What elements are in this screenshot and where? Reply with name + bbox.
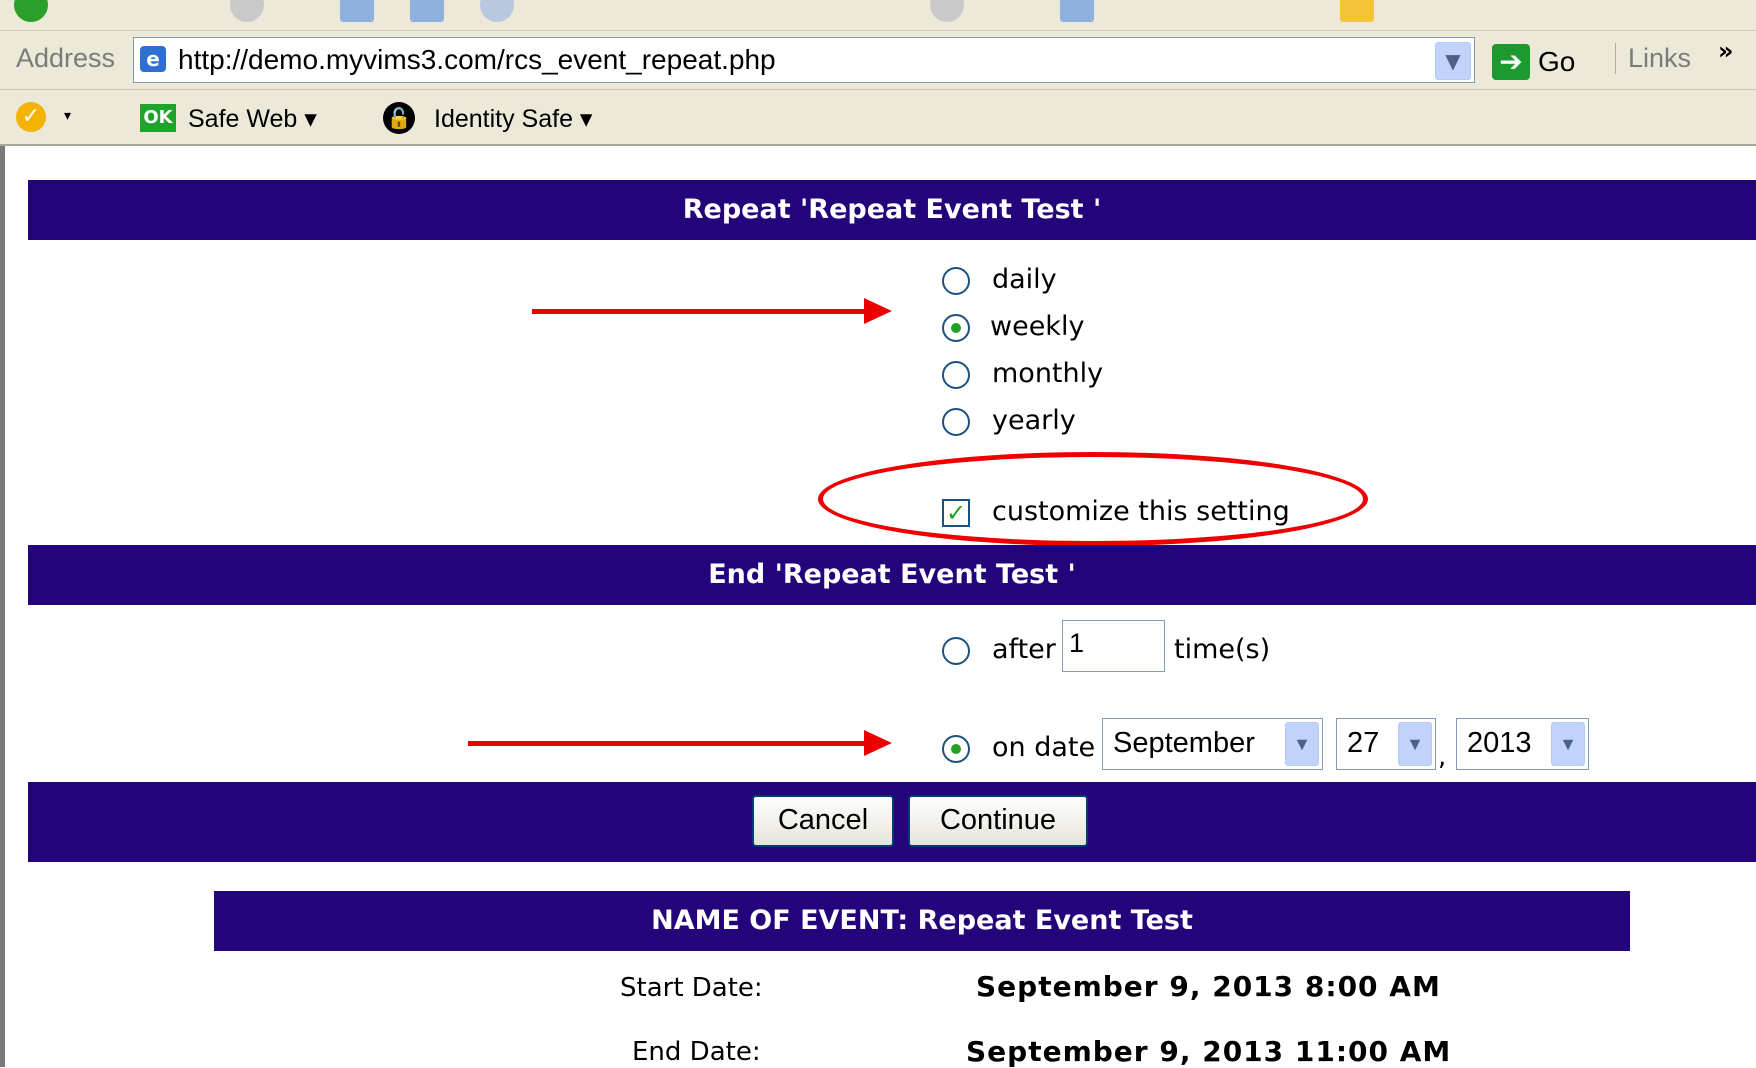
safe-web-ok-icon: OK [140, 104, 176, 132]
month-select[interactable]: September ▼ [1102, 718, 1323, 770]
annotation-arrow-line [532, 309, 868, 314]
annotation-arrow-head [864, 730, 892, 756]
chevron-down-icon[interactable]: ▼ [1285, 722, 1319, 766]
address-url[interactable]: http://demo.myvims3.com/rcs_event_repeat… [178, 44, 776, 76]
print-icon[interactable] [1060, 0, 1094, 22]
option-label: weekly [990, 311, 1085, 342]
search-icon[interactable] [410, 0, 444, 22]
norton-toolbar: ✓ ▾ OK Safe Web ▾ 🔓 Identity Safe ▾ [0, 90, 1756, 146]
repeat-section-header: Repeat 'Repeat Event Test ' [28, 180, 1756, 240]
option-label: yearly [992, 405, 1076, 436]
home-icon[interactable] [340, 0, 374, 22]
norton-check-icon[interactable]: ✓ [16, 102, 46, 132]
mail-icon[interactable] [930, 0, 964, 22]
chevron-down-icon[interactable]: ▼ [1551, 722, 1585, 766]
favorites-icon[interactable] [480, 0, 514, 22]
end-date-label: End Date: [632, 1037, 761, 1067]
ie-page-icon: e [140, 46, 166, 72]
continue-button[interactable]: Continue [908, 795, 1088, 847]
go-button[interactable]: Go [1538, 46, 1575, 78]
on-date-label: on date [992, 732, 1096, 763]
times-label: time(s) [1174, 634, 1271, 665]
year-value: 2013 [1467, 727, 1532, 759]
links-label[interactable]: Links [1615, 43, 1691, 74]
chevron-down-icon[interactable]: ▼ [1435, 42, 1471, 80]
start-date-label: Start Date: [620, 973, 763, 1003]
annotation-arrow-head [864, 298, 892, 324]
option-label: monthly [992, 358, 1104, 389]
stop-icon[interactable] [230, 0, 264, 22]
overflow-chevron-icon[interactable]: » [1718, 37, 1734, 65]
radio-monthly[interactable] [942, 361, 970, 389]
safe-web-menu[interactable]: Safe Web ▾ [188, 104, 317, 134]
radio-yearly[interactable] [942, 408, 970, 436]
radio-weekly[interactable] [942, 314, 970, 342]
address-bar: Address e http://demo.myvims3.com/rcs_ev… [0, 31, 1756, 90]
cancel-button[interactable]: Cancel [752, 795, 894, 847]
identity-safe-menu[interactable]: Identity Safe ▾ [434, 104, 592, 134]
event-name-header: NAME OF EVENT: Repeat Event Test [214, 891, 1630, 951]
start-date-value: September 9, 2013 8:00 AM [976, 970, 1441, 1003]
end-section-header: End 'Repeat Event Test ' [28, 545, 1756, 605]
month-value: September [1113, 727, 1255, 759]
radio-after[interactable] [942, 637, 970, 665]
address-input[interactable]: e http://demo.myvims3.com/rcs_event_repe… [133, 37, 1475, 83]
day-select[interactable]: 27 ▼ [1336, 718, 1436, 770]
browser-toolbar [0, 0, 1756, 31]
option-label: daily [992, 264, 1057, 295]
radio-on-date[interactable] [942, 735, 970, 763]
chevron-down-icon[interactable]: ▼ [1398, 722, 1432, 766]
go-arrow-icon[interactable]: ➔ [1492, 44, 1530, 80]
after-label: after [992, 634, 1056, 665]
annotation-ellipse [818, 452, 1368, 546]
identity-safe-lock-icon: 🔓 [383, 102, 415, 134]
day-value: 27 [1347, 727, 1380, 759]
folder-icon[interactable] [1340, 0, 1374, 22]
end-date-value: September 9, 2013 11:00 AM [966, 1035, 1452, 1068]
repeat-count-input[interactable]: 1 [1062, 620, 1165, 672]
radio-daily[interactable] [942, 267, 970, 295]
address-label: Address [16, 43, 116, 73]
year-select[interactable]: 2013 ▼ [1456, 718, 1589, 770]
date-separator: , [1438, 742, 1447, 772]
annotation-arrow-line [468, 741, 868, 746]
back-icon[interactable] [14, 0, 48, 22]
norton-menu-caret[interactable]: ▾ [64, 108, 71, 124]
